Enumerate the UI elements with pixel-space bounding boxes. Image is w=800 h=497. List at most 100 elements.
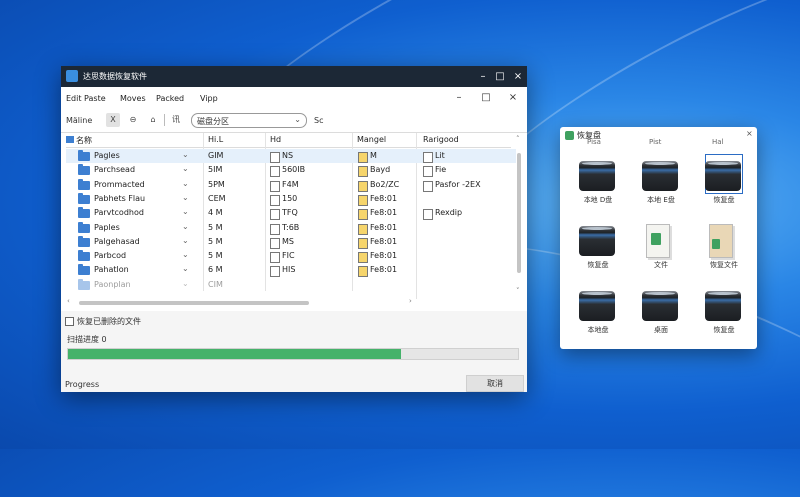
chevron-down-icon[interactable]: ⌄ [182,150,189,159]
table-row[interactable]: Pabhets Flau ⌄ CEM 150 Fe8:01 [66,192,516,206]
table-row[interactable]: Prommacted ⌄ 5PM F4M Bo2/ZC Pasfor -2EX [66,178,516,192]
drive-label: 恢复文件 [710,261,738,269]
file-type: HIS [282,265,296,275]
column-header-line [66,147,511,148]
inner-close-button[interactable]: × [507,92,519,104]
chevron-down-icon[interactable]: ⌄ [182,164,189,173]
document-icon [358,266,368,278]
vertical-scroll-thumb[interactable] [517,153,521,273]
file-type: 150 [282,193,298,203]
file-size: 6 M [208,265,223,275]
file-name: Pagles [94,151,120,160]
drive-tile[interactable]: 文件 [638,222,690,282]
minimize-button[interactable]: – [476,70,490,83]
progress-bar-fill [68,349,401,359]
delete-tool-button[interactable]: X [106,113,120,127]
panel-tab[interactable]: Hal [712,138,724,146]
table-row[interactable]: Palgehasad ⌄ 5 M MS Fe8:01 [66,235,516,249]
partition-combo[interactable]: 磁盘分区 ⌄ [191,113,307,128]
chevron-down-icon[interactable]: ⌄ [182,279,189,288]
drive-tile[interactable]: 本地 D盘 [575,157,627,217]
column-header-type[interactable]: Hd [270,135,281,144]
drive-tile[interactable]: 本地 E盘 [638,157,690,217]
table-row[interactable]: Parbcod ⌄ 5 M FIC Fe8:01 [66,249,516,264]
file-size: 4 M [208,208,223,218]
scroll-right-icon[interactable]: › [409,297,412,305]
drive-tile[interactable]: 恢复盘 [575,222,627,282]
chevron-down-icon[interactable]: ⌄ [182,179,189,188]
chevron-down-icon[interactable]: ⌄ [182,207,189,216]
chevron-down-icon[interactable]: ⌄ [182,250,189,259]
panel-close-icon[interactable]: × [746,129,753,138]
vertical-scrollbar[interactable]: ˄ ˅ [514,135,524,300]
column-header-extra[interactable]: Rarigood [423,135,459,144]
toolbar-divider-line [61,132,527,133]
file-icon [270,180,280,192]
table-row[interactable]: Pagles ⌄ GIM NS M Lit [66,149,516,163]
table-row[interactable]: Pahatlon ⌄ 6 M HIS Fe8:01 [66,263,516,278]
horizontal-scrollbar[interactable]: ‹ › [67,297,417,307]
file-icon [270,237,280,249]
document-icon [358,152,368,163]
file-type: T:6B [282,222,300,232]
file-icon [423,209,433,221]
minus-tool-button[interactable]: ⊖ [126,113,140,127]
horizontal-scroll-thumb[interactable] [79,301,309,305]
drive-tile[interactable]: 桌面 [638,287,690,347]
drive-tile[interactable]: 本地盘 [575,287,627,347]
file-name: Parvtcodhod [94,208,144,218]
column-header-name[interactable]: 名称 [66,135,92,146]
drive-tile[interactable]: 恢复文件 [701,222,753,282]
file-type: MS [282,236,294,246]
folder-icon [78,264,90,276]
table-row[interactable]: Parvtcodhod ⌄ 4 M TFQ Fe8:01 Rexdip [66,206,516,221]
inner-maximize-button[interactable]: □ [480,92,492,104]
title-bar: 达思数据恢复软件 – □ × [61,66,527,87]
file-name: Paples [94,222,120,232]
file-modified: Fe8:01 [370,251,398,261]
footer-label: Progress [65,380,100,389]
drive-tile[interactable]: 恢复盘 [701,154,753,217]
chevron-down-icon[interactable]: ⌄ [182,236,189,245]
menu-packed[interactable]: Packed [156,94,184,103]
file-modified: Fe8:01 [370,208,398,218]
chevron-down-icon[interactable]: ⌄ [182,222,189,231]
file-modified: Fe8:01 [370,265,398,275]
scroll-up-icon[interactable]: ˄ [516,135,520,143]
drive-label: 桌面 [654,326,668,334]
file-size: CEM [208,193,226,203]
maximize-button[interactable]: □ [493,70,507,83]
cancel-button[interactable]: 取消 [466,375,524,392]
document-icon [358,194,368,206]
badge-icon [651,233,661,245]
table-row[interactable]: Paonplan ⌄ CIM [66,278,516,292]
scroll-down-icon[interactable]: ˅ [516,287,520,295]
column-name-label: 名称 [76,136,92,145]
recover-deleted-checkbox[interactable] [65,317,74,326]
panel-app-icon [565,131,574,140]
menu-edit[interactable]: Edit Paste [66,94,106,103]
inner-minimize-button[interactable]: – [453,92,465,104]
home-tool-button[interactable]: ⌂ [146,113,160,127]
file-modified: Fe8:01 [370,236,398,246]
table-row[interactable]: Parchsead ⌄ 5IM 560IB Bayd Fie [66,163,516,178]
panel-tab[interactable]: Pisa [587,138,601,146]
column-header-modified[interactable]: Mangel [357,135,386,144]
drive-tile[interactable]: 恢复盘 [701,287,753,347]
document-icon [358,166,368,178]
file-icon [270,209,280,221]
file-size: 5 M [208,222,223,232]
menu-vipp[interactable]: Vipp [200,94,218,103]
close-button[interactable]: × [511,70,525,83]
chevron-down-icon[interactable]: ⌄ [182,193,189,202]
scan-progress-label: 扫描进度 0 [67,335,107,344]
document-icon [358,209,368,221]
scroll-left-icon[interactable]: ‹ [67,297,70,305]
menu-moves[interactable]: Moves [120,94,146,103]
column-header-size[interactable]: Hi.L [208,135,223,144]
panel-tab[interactable]: Pist [649,138,661,146]
file-modified: Bo2/ZC [370,179,400,189]
table-row[interactable]: Paples ⌄ 5 M T:6B Fe8:01 [66,221,516,235]
chevron-down-icon[interactable]: ⌄ [182,264,189,273]
document-icon [358,180,368,192]
